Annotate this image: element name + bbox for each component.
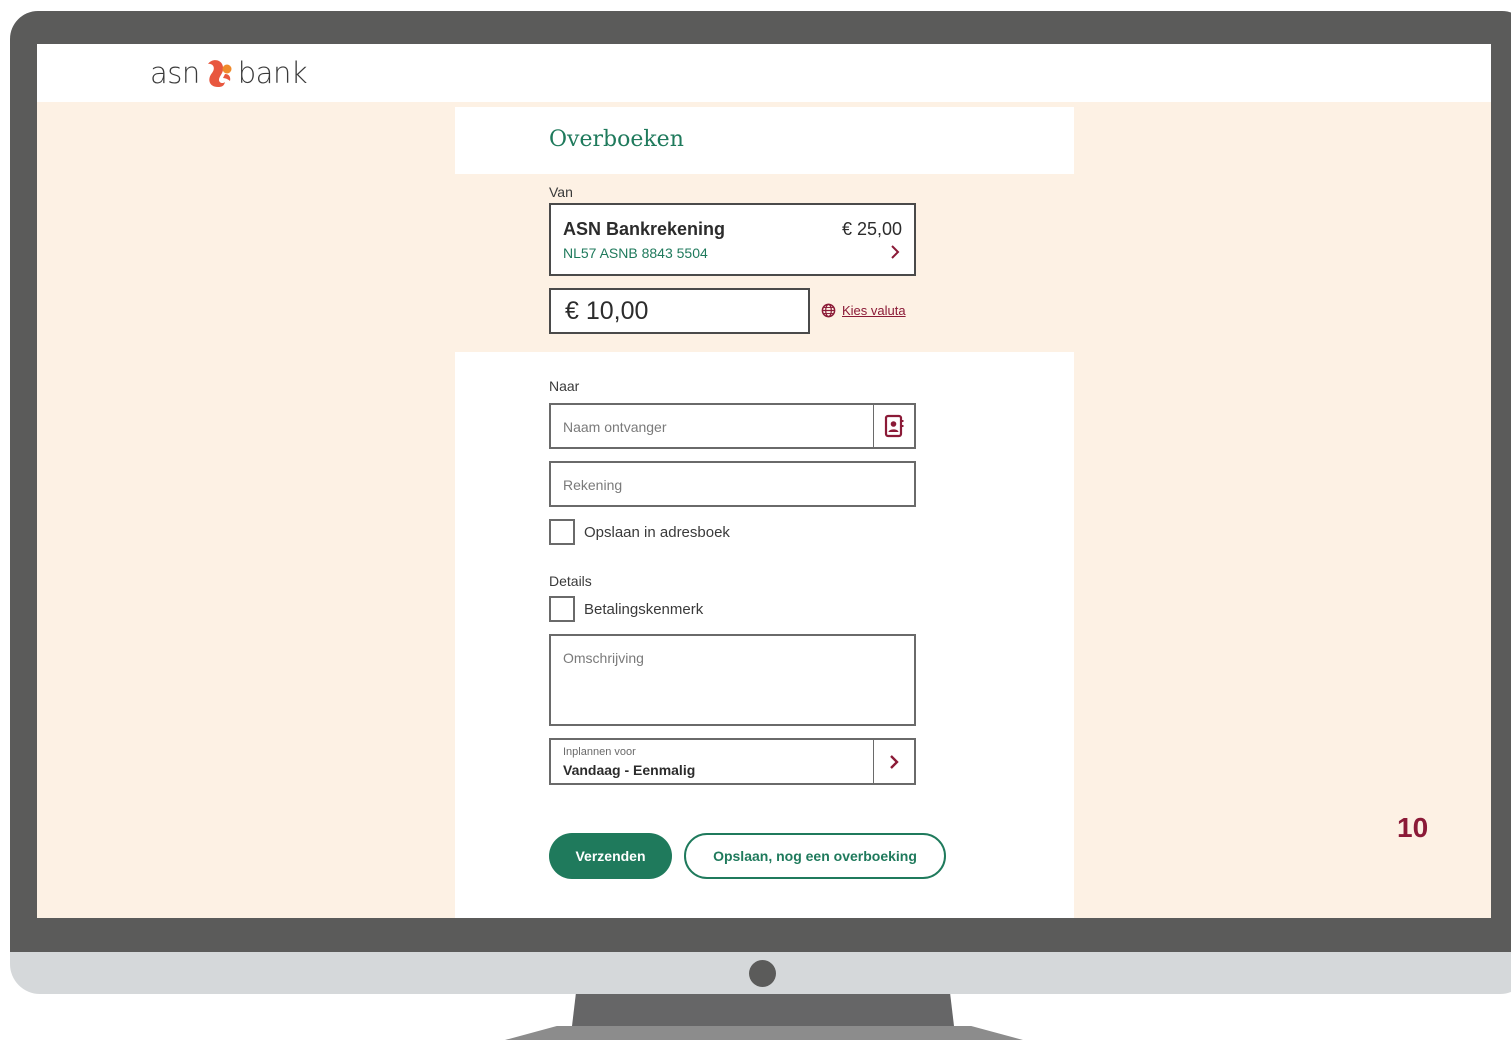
logo-text-right: bank: [237, 56, 308, 90]
address-book-button[interactable]: [873, 403, 916, 449]
schedule-selector[interactable]: Inplannen voor Vandaag - Eenmalig: [549, 738, 875, 785]
save-address-label: Opslaan in adresboek: [584, 524, 730, 541]
send-button[interactable]: Verzenden: [549, 833, 672, 879]
description-placeholder: Omschrijving: [563, 650, 644, 666]
amount-input[interactable]: € 10,00: [549, 288, 810, 334]
save-another-transfer-button[interactable]: Opslaan, nog een overboeking: [684, 833, 946, 879]
monitor-stand: [572, 994, 954, 1026]
page-header-card: Overboeken: [455, 107, 1074, 174]
currency-link-label: Kies valuta: [842, 303, 906, 318]
recipient-name-input[interactable]: Naam ontvanger: [549, 403, 875, 449]
address-book-icon: [884, 414, 904, 438]
chevron-right-icon: [891, 245, 900, 259]
account-iban: NL57 ASNB 8843 5504: [563, 245, 708, 261]
logo-text-left: asn: [150, 56, 200, 90]
payment-reference-checkbox[interactable]: [549, 596, 575, 622]
globe-icon: [821, 303, 836, 318]
step-number: 10: [1397, 812, 1429, 843]
schedule-open-button[interactable]: [873, 738, 916, 785]
recipient-name-placeholder: Naam ontvanger: [563, 419, 667, 435]
schedule-value: Vandaag - Eenmalig: [563, 762, 696, 778]
from-account-selector[interactable]: ASN Bankrekening NL57 ASNB 8843 5504 € 2…: [549, 203, 916, 276]
monitor-stand-base: [505, 1026, 1023, 1040]
account-name: ASN Bankrekening: [563, 219, 726, 239]
description-textarea[interactable]: Omschrijving: [549, 634, 916, 726]
choose-currency-link[interactable]: Kies valuta: [821, 303, 906, 318]
monitor-button: [749, 960, 776, 987]
payment-reference-label: Betalingskenmerk: [584, 601, 704, 618]
page-title: Overboeken: [549, 127, 684, 152]
account-number-input[interactable]: Rekening: [549, 461, 916, 507]
account-balance: € 25,00: [841, 219, 902, 239]
details-label: Details: [549, 573, 592, 589]
account-number-placeholder: Rekening: [563, 477, 623, 493]
to-label: Naar: [549, 378, 580, 394]
squirrel-icon: [207, 60, 232, 87]
amount-value: € 10,00: [565, 297, 649, 325]
screen: asn bank Overboeken Van ASN Bankrekening…: [37, 44, 1491, 918]
asn-bank-logo[interactable]: asn bank: [150, 56, 308, 90]
from-label: Van: [549, 184, 573, 200]
save-address-checkbox[interactable]: [549, 519, 575, 545]
chevron-right-icon: [890, 754, 899, 769]
schedule-caption: Inplannen voor: [563, 746, 636, 758]
top-bar: asn bank: [37, 44, 1491, 102]
